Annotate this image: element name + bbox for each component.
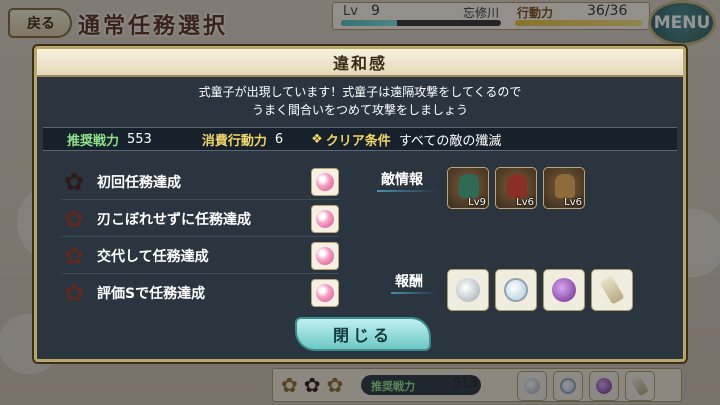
pink-orb-icon	[316, 246, 334, 265]
flower-badge-icon: ✿	[63, 167, 85, 196]
stamina-cost-label: 消費行動力	[201, 133, 267, 149]
mission-reward[interactable]	[311, 278, 339, 307]
reward-label: 報酬	[391, 271, 437, 294]
mission-objectives: ✿ 初回任務達成 ✿ 刃こぼれせずに任務達成 ✿ 交代して任務達成 ✿ 評価Sで…	[61, 163, 339, 311]
dialog-header: 違和感	[37, 49, 683, 77]
enemy-level: Lv9	[468, 197, 486, 208]
pink-orb-icon	[316, 283, 334, 302]
mission-item: ✿ 初回任務達成	[61, 163, 339, 200]
enemy-level: Lv6	[564, 197, 582, 208]
mission-label: 評価Sで任務達成	[97, 285, 206, 302]
mission-reward[interactable]	[311, 167, 339, 196]
reward-list	[447, 269, 633, 311]
recommended-power-value: 553	[127, 131, 152, 147]
clear-condition-label: クリア条件	[325, 133, 391, 149]
flower-badge-icon: ✿	[63, 278, 85, 307]
purple-orb-icon[interactable]	[543, 269, 585, 311]
mission-stats-row: 推奨戦力 553 消費行動力 6 ❖ クリア条件 すべての敵の殲滅	[43, 127, 677, 151]
mission-item: ✿ 評価Sで任務達成	[61, 274, 339, 311]
stamina-cost-value: 6	[274, 131, 284, 147]
enemy-list: Lv9 Lv6 Lv6	[447, 167, 585, 209]
mission-item: ✿ 交代して任務達成	[61, 237, 339, 274]
crystal-orb-icon[interactable]	[495, 269, 537, 311]
pink-orb-icon	[316, 172, 334, 191]
shell-icon[interactable]	[447, 269, 489, 311]
mission-item: ✿ 刃こぼれせずに任務達成	[61, 200, 339, 237]
enemy-portrait[interactable]: Lv9	[447, 167, 489, 209]
description-line: 式童子が出現しています！式童子は遠隔攻撃をしてくるので	[198, 85, 522, 99]
mission-reward[interactable]	[311, 241, 339, 270]
recommended-power-label: 推奨戦力	[67, 133, 120, 149]
enemy-info-label: 敵情報	[377, 169, 437, 192]
clear-condition-icon: ❖	[311, 131, 323, 147]
enemy-portrait[interactable]: Lv6	[543, 167, 585, 209]
mission-reward[interactable]	[311, 204, 339, 233]
clear-condition-value: すべての敵の殲滅	[398, 133, 502, 149]
enemy-level: Lv6	[516, 197, 534, 208]
flower-badge-icon: ✿	[63, 204, 85, 233]
enemy-portrait[interactable]: Lv6	[495, 167, 537, 209]
description-line: うまく間合いをつめて攻撃をしましょう	[251, 103, 468, 117]
dialog-title: 違和感	[332, 54, 387, 73]
flower-badge-icon: ✿	[63, 241, 85, 270]
scroll-icon[interactable]	[591, 269, 633, 311]
mission-detail-dialog: 違和感 式童子が出現しています！式童子は遠隔攻撃をしてくるので うまく間合いをつ…	[34, 46, 686, 362]
pink-orb-icon	[316, 209, 334, 228]
mission-label: 交代して任務達成	[97, 248, 209, 265]
close-button[interactable]: 閉じる	[295, 317, 431, 351]
close-button-label: 閉じる	[332, 326, 393, 345]
mission-description: 式童子が出現しています！式童子は遠隔攻撃をしてくるので うまく間合いをつめて攻撃…	[37, 83, 683, 123]
mission-label: 刃こぼれせずに任務達成	[97, 211, 251, 228]
mission-label: 初回任務達成	[97, 174, 181, 191]
